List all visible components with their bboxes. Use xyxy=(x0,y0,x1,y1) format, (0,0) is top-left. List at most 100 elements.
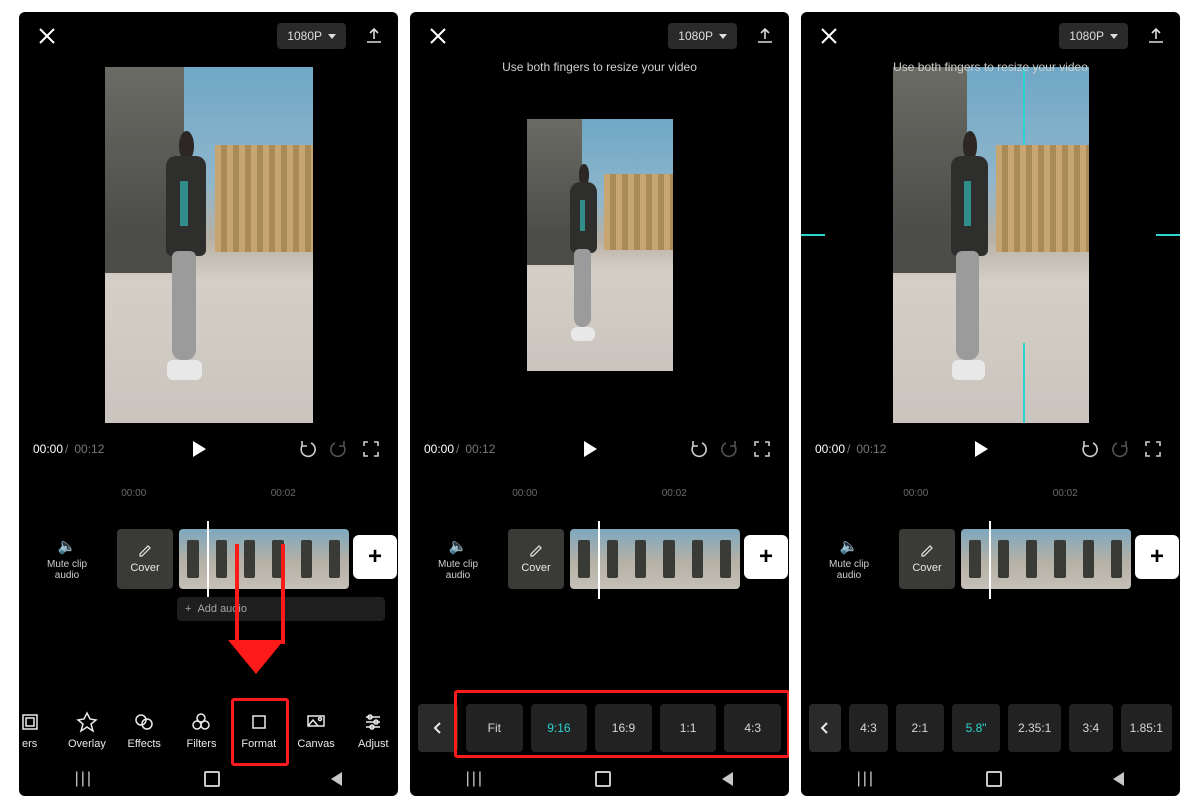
add-clip-button[interactable]: + xyxy=(1135,535,1179,579)
crop-guide xyxy=(801,234,825,236)
timeline[interactable]: 🔈Mute clip audio Cover + xyxy=(410,525,789,630)
playhead[interactable] xyxy=(989,521,991,599)
ratio-label: 5.8" xyxy=(966,721,987,735)
close-button[interactable] xyxy=(815,22,843,50)
video-clip[interactable] xyxy=(570,529,740,589)
video-clip[interactable] xyxy=(179,529,349,589)
format-icon xyxy=(248,711,270,733)
resolution-dropdown[interactable]: 1080P xyxy=(1059,23,1128,49)
chevron-down-icon xyxy=(719,34,727,39)
ratio-option-fit[interactable]: Fit xyxy=(466,704,523,752)
cover-button[interactable]: Cover xyxy=(117,529,173,589)
ratio-option-1-1[interactable]: 1:1 xyxy=(660,704,717,752)
video-preview[interactable] xyxy=(893,67,1089,423)
ruler-tick: 00:02 xyxy=(662,488,687,499)
nav-home[interactable] xyxy=(595,771,611,787)
video-preview[interactable] xyxy=(105,67,313,423)
resolution-dropdown[interactable]: 1080P xyxy=(668,23,737,49)
playback-controls: 00:00/00:12 xyxy=(410,430,789,464)
preview-area[interactable]: Use both fingers to resize your video xyxy=(410,60,789,430)
crop-guide xyxy=(1023,343,1025,423)
ratio-option-4-3[interactable]: 4:3 xyxy=(724,704,781,752)
ratio-option-2-1[interactable]: 2:1 xyxy=(896,704,944,752)
cover-button[interactable]: Cover xyxy=(899,529,955,589)
ratio-option-16-9[interactable]: 16:9 xyxy=(595,704,652,752)
fullscreen-button[interactable] xyxy=(749,436,775,462)
playhead[interactable] xyxy=(598,521,600,599)
add-audio-button[interactable]: + Add audio xyxy=(177,597,385,621)
close-button[interactable] xyxy=(33,22,61,50)
ratio-option-4-3[interactable]: 4:3 xyxy=(849,704,888,752)
pencil-icon xyxy=(529,544,543,558)
resolution-dropdown[interactable]: 1080P xyxy=(277,23,346,49)
time-current: 00:00 xyxy=(815,442,845,456)
tool-effects[interactable]: Effects xyxy=(116,705,173,756)
nav-recent[interactable]: ||| xyxy=(75,770,93,788)
preview-subject xyxy=(154,131,212,380)
ratio-option-9-16[interactable]: 9:16 xyxy=(531,704,588,752)
bottom-toolbar: ers Overlay Effects Filters Format Canva… xyxy=(19,705,398,756)
play-button[interactable] xyxy=(577,436,603,462)
redo-icon xyxy=(328,438,350,460)
tool-canvas[interactable]: Canvas xyxy=(287,705,344,756)
playhead[interactable] xyxy=(207,521,209,599)
tool-filters[interactable]: Filters xyxy=(173,705,230,756)
top-bar: 1080P xyxy=(410,12,789,60)
layers-icon xyxy=(19,711,41,733)
close-button[interactable] xyxy=(424,22,452,50)
ratio-option-1-85-1[interactable]: 1.85:1 xyxy=(1121,704,1172,752)
preview-area[interactable]: Use both fingers to resize your video xyxy=(801,60,1180,430)
redo-button[interactable] xyxy=(326,436,352,462)
nav-recent[interactable]: ||| xyxy=(857,770,875,788)
undo-button[interactable] xyxy=(685,436,711,462)
canvas-icon xyxy=(305,711,327,733)
timeline[interactable]: 🔈 Mute clip audio Cover + + Add audio xyxy=(19,525,398,630)
undo-button[interactable] xyxy=(1076,436,1102,462)
ratio-back-button[interactable] xyxy=(809,704,841,752)
play-button[interactable] xyxy=(186,436,212,462)
fullscreen-button[interactable] xyxy=(358,436,384,462)
tool-layers[interactable]: ers xyxy=(19,705,58,756)
tool-adjust[interactable]: Adjust xyxy=(345,705,398,756)
nav-back[interactable] xyxy=(1113,772,1124,786)
add-clip-button[interactable]: + xyxy=(353,535,397,579)
ratio-option-3-4[interactable]: 3:4 xyxy=(1069,704,1112,752)
redo-button[interactable] xyxy=(717,436,743,462)
ruler-tick: 00:02 xyxy=(1053,488,1078,499)
video-clip[interactable] xyxy=(961,529,1131,589)
tool-label: Overlay xyxy=(68,738,106,750)
tool-label: ers xyxy=(22,738,37,750)
export-button[interactable] xyxy=(755,26,775,46)
close-icon xyxy=(428,26,448,46)
nav-home[interactable] xyxy=(986,771,1002,787)
ratio-label: 1.85:1 xyxy=(1130,721,1163,735)
ratio-label: 4:3 xyxy=(744,721,761,735)
nav-recent[interactable]: ||| xyxy=(466,770,484,788)
mute-clip-button[interactable]: 🔈Mute clip audio xyxy=(819,537,879,581)
ratio-back-button[interactable] xyxy=(418,704,458,752)
video-preview[interactable] xyxy=(527,119,673,371)
play-button[interactable] xyxy=(968,436,994,462)
preview-area[interactable] xyxy=(19,60,398,430)
mute-clip-button[interactable]: 🔈 Mute clip audio xyxy=(37,537,97,581)
export-button[interactable] xyxy=(364,26,384,46)
timeline[interactable]: 🔈Mute clip audio Cover + xyxy=(801,525,1180,630)
undo-button[interactable] xyxy=(294,436,320,462)
redo-button[interactable] xyxy=(1108,436,1134,462)
nav-back[interactable] xyxy=(722,772,733,786)
effects-icon xyxy=(133,711,155,733)
timeline-ruler: 00:00 00:02 xyxy=(801,488,1180,499)
fullscreen-button[interactable] xyxy=(1140,436,1166,462)
tool-overlay[interactable]: Overlay xyxy=(58,705,115,756)
export-button[interactable] xyxy=(1146,26,1166,46)
fullscreen-icon xyxy=(1144,440,1162,458)
preview-subject xyxy=(940,131,995,380)
ratio-option-5-8[interactable]: 5.8" xyxy=(952,704,1000,752)
nav-home[interactable] xyxy=(204,771,220,787)
tool-format[interactable]: Format xyxy=(230,705,287,756)
nav-back[interactable] xyxy=(331,772,342,786)
ratio-option-2-35-1[interactable]: 2.35:1 xyxy=(1008,704,1061,752)
cover-button[interactable]: Cover xyxy=(508,529,564,589)
mute-clip-button[interactable]: 🔈Mute clip audio xyxy=(428,537,488,581)
add-clip-button[interactable]: + xyxy=(744,535,788,579)
